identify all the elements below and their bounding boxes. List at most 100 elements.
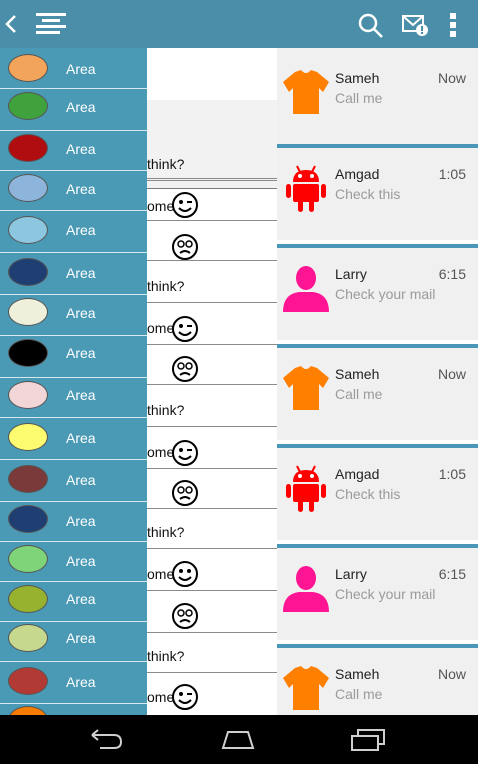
sender-name: Larry (335, 266, 367, 282)
message-preview: Call me (335, 686, 383, 702)
sender-name: Amgad (335, 466, 380, 482)
chat-panel: think? ome think? ome think? ome think? … (147, 48, 277, 715)
person-icon (283, 566, 329, 612)
drawer-item-label: Area (66, 345, 96, 361)
drawer-item-label: Area (66, 630, 96, 646)
drawer-item[interactable]: Area (0, 211, 147, 253)
sender-name: Sameh (335, 666, 380, 682)
drawer-item-label: Area (66, 265, 96, 281)
message-time: Now (437, 70, 466, 86)
wink-face-icon (172, 440, 198, 466)
overflow-menu-icon[interactable] (448, 12, 458, 38)
smile-face-icon (172, 561, 198, 587)
message-item[interactable]: Sameh Now Call me (277, 344, 478, 440)
back-icon[interactable] (88, 727, 124, 751)
system-navigation-bar (0, 715, 478, 764)
drawer-item-label: Area (66, 553, 96, 569)
color-swatch (8, 667, 48, 695)
message-item[interactable]: Sameh Now Call me (277, 644, 478, 715)
divider (147, 180, 277, 181)
drawer-item-label: Area (66, 99, 96, 115)
drawer-item[interactable]: Area (0, 171, 147, 211)
drawer-item-label: Area (66, 430, 96, 446)
drawer-item[interactable]: Area (0, 253, 147, 295)
divider (147, 468, 277, 469)
color-swatch (8, 585, 48, 613)
drawer-item[interactable]: Area (0, 336, 147, 378)
chat-header-strip (147, 100, 277, 189)
color-swatch (8, 258, 48, 286)
drawer-item[interactable]: Area (0, 48, 147, 89)
divider-bar (277, 444, 478, 448)
color-swatch (8, 624, 48, 652)
drawer-item-label: Area (66, 513, 96, 529)
wink-face-icon (172, 192, 198, 218)
sender-name: Sameh (335, 70, 380, 86)
divider (147, 632, 277, 633)
divider-bar (277, 344, 478, 348)
color-swatch (8, 298, 48, 326)
message-time: Now (437, 666, 466, 682)
message-item[interactable]: Larry 6:15 Check your mail (277, 544, 478, 640)
drawer-item[interactable]: Area (0, 460, 147, 502)
drawer-item[interactable]: Area (0, 295, 147, 336)
drawer-item-label: Area (66, 181, 96, 197)
drawer-item-label: Area (66, 61, 96, 77)
sender-name: Sameh (335, 366, 380, 382)
drawer-item-label: Area (66, 674, 96, 690)
drawer-item[interactable]: Area (0, 131, 147, 171)
divider (147, 672, 277, 673)
message-item[interactable]: Amgad 1:05 Check this (277, 444, 478, 540)
back-chevron-icon[interactable] (4, 14, 18, 34)
divider (147, 260, 277, 261)
drawer-item[interactable]: Area (0, 582, 147, 622)
message-preview: Check your mail (335, 586, 436, 602)
person-icon (283, 266, 329, 312)
color-swatch (8, 706, 48, 715)
tshirt-icon (283, 70, 329, 114)
message-preview: Check this (335, 186, 401, 202)
dizzy-face-icon (172, 234, 198, 260)
menu-icon[interactable] (36, 12, 66, 36)
color-swatch (8, 134, 48, 162)
dizzy-face-icon (172, 356, 198, 382)
message-item[interactable]: Amgad 1:05 Check this (277, 144, 478, 240)
drawer-item[interactable]: Area (0, 418, 147, 460)
android-icon (286, 465, 326, 512)
drawer-item[interactable]: Area (0, 502, 147, 542)
drawer-item-label: Area (66, 387, 96, 403)
tshirt-icon (283, 366, 329, 410)
color-swatch (8, 54, 48, 82)
drawer-item-label: Area (66, 222, 96, 238)
drawer-item[interactable] (0, 704, 147, 715)
message-preview: Call me (335, 386, 383, 402)
drawer-item[interactable]: Area (0, 378, 147, 418)
divider (147, 426, 277, 427)
home-icon[interactable] (220, 727, 256, 751)
message-time: 1:05 (438, 166, 466, 182)
message-time: Now (437, 366, 466, 382)
dizzy-face-icon (172, 603, 198, 629)
divider (147, 384, 277, 385)
mail-notification-icon[interactable] (402, 13, 430, 37)
divider (147, 220, 277, 221)
wink-face-icon (172, 684, 198, 710)
message-item[interactable]: Larry 6:15 Check your mail (277, 244, 478, 340)
drawer-item[interactable]: Area (0, 542, 147, 582)
sender-name: Amgad (335, 166, 380, 182)
drawer-item[interactable]: Area (0, 89, 147, 131)
drawer-item[interactable]: Area (0, 662, 147, 704)
message-item[interactable]: Sameh Now Call me (277, 48, 478, 144)
drawer-item[interactable]: Area (0, 622, 147, 662)
divider (147, 508, 277, 509)
drawer-item-label: Area (66, 305, 96, 321)
divider-bar (277, 244, 478, 248)
color-swatch (8, 216, 48, 244)
search-icon[interactable] (358, 13, 384, 39)
recent-apps-icon[interactable] (350, 727, 386, 751)
color-swatch (8, 465, 48, 493)
color-swatch (8, 423, 48, 451)
drawer-item-label: Area (66, 591, 96, 607)
color-swatch (8, 545, 48, 573)
message-time: 6:15 (438, 566, 466, 582)
